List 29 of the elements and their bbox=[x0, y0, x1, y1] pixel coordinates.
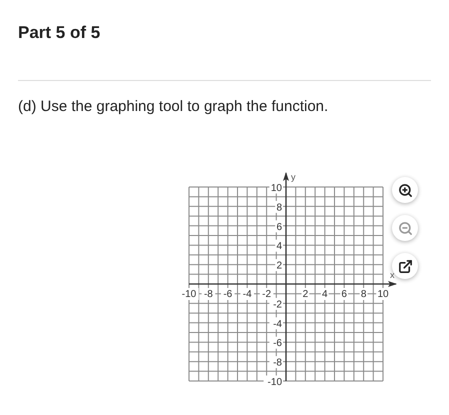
axis-label: x bbox=[390, 270, 394, 280]
tick-label: 4 bbox=[275, 240, 283, 252]
part-title: Part 5 of 5 bbox=[18, 22, 100, 44]
axis-label: y bbox=[291, 172, 296, 182]
tick-label: 4 bbox=[320, 288, 329, 300]
tick-label: -6 bbox=[221, 288, 235, 300]
tick-label: 8 bbox=[275, 200, 283, 214]
tick-label: 2 bbox=[302, 288, 310, 300]
tick-label: 10 bbox=[269, 182, 283, 194]
tick-label: 8 bbox=[360, 288, 368, 300]
tick-label: -10 bbox=[179, 288, 199, 300]
tick-label: -4 bbox=[240, 288, 254, 300]
external-link-icon bbox=[398, 258, 412, 274]
zoom-in-icon bbox=[398, 182, 412, 198]
tick-label: -8 bbox=[202, 288, 216, 300]
tick-label: -2 bbox=[260, 288, 274, 300]
tick-label: -8 bbox=[269, 356, 283, 369]
zoom-in-button[interactable] bbox=[392, 177, 418, 203]
tick-label: 6 bbox=[275, 220, 283, 233]
tick-label: -10 bbox=[264, 376, 283, 388]
question-text: (d) Use the graphing tool to graph the function. bbox=[17, 97, 330, 117]
open-external-button[interactable] bbox=[392, 253, 418, 279]
zoom-out-icon bbox=[398, 220, 412, 236]
tick-label: -4 bbox=[269, 317, 283, 330]
tick-label: -2 bbox=[269, 298, 283, 310]
tick-label: -6 bbox=[269, 336, 283, 350]
tick-label: 6 bbox=[340, 288, 348, 300]
tick-label: 2 bbox=[275, 259, 283, 272]
tick-label: 10 bbox=[376, 288, 390, 300]
